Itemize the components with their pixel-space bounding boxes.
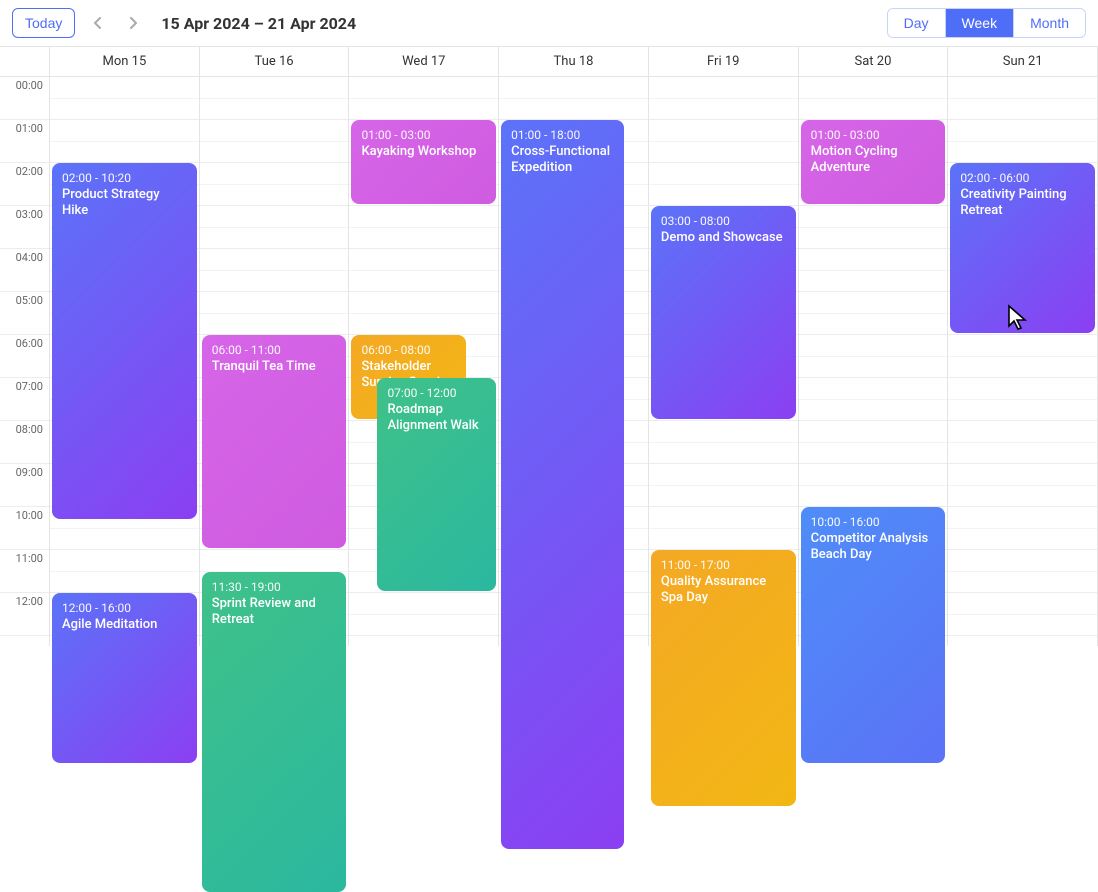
day-column: Sun 21 02:00 - 06:00 Creativity Painting R… <box>948 47 1098 646</box>
event-time: 02:00 - 06:00 <box>960 171 1085 185</box>
time-label: 10:00 <box>0 507 49 550</box>
calendar-event[interactable]: 07:00 - 12:00 Roadmap Alignment Walk <box>377 378 496 591</box>
time-label: 05:00 <box>0 292 49 335</box>
calendar-event[interactable]: 01:00 - 03:00 Motion Cycling Adventure <box>801 120 946 204</box>
event-time: 01:00 - 03:00 <box>811 128 936 142</box>
calendar-grid: 00:0001:0002:0003:0004:0005:0006:0007:00… <box>0 46 1098 646</box>
event-time: 01:00 - 03:00 <box>361 128 486 142</box>
day-column: Thu 18 01:00 - 18:00 Cross-Functional Expe… <box>499 47 649 646</box>
calendar-event[interactable]: 02:00 - 06:00 Creativity Painting Retreat <box>950 163 1095 333</box>
event-title: Product Strategy Hike <box>62 187 187 220</box>
event-title: Motion Cycling Adventure <box>811 144 936 177</box>
calendar-event[interactable]: 02:00 - 10:20 Product Strategy Hike <box>52 163 197 519</box>
event-title: Demo and Showcase <box>661 230 786 246</box>
day-header: Thu 18 <box>499 47 648 77</box>
calendar-event[interactable]: 01:00 - 18:00 Cross-Functional Expedition <box>501 120 624 849</box>
day-body[interactable]: 06:00 - 11:00 Tranquil Tea Time 11:30 - 19… <box>200 77 349 636</box>
time-column: 00:0001:0002:0003:0004:0005:0006:0007:00… <box>0 47 50 646</box>
today-button[interactable]: Today <box>12 8 75 38</box>
event-time: 01:00 - 18:00 <box>511 128 614 142</box>
chevron-right-icon <box>129 17 138 29</box>
event-time: 02:00 - 10:20 <box>62 171 187 185</box>
event-title: Kayaking Workshop <box>361 144 486 160</box>
time-label: 08:00 <box>0 421 49 464</box>
time-label: 02:00 <box>0 163 49 206</box>
day-column: Mon 15 02:00 - 10:20 Product Strategy Hike… <box>50 47 200 646</box>
chevron-left-icon <box>93 17 102 29</box>
day-body[interactable]: 02:00 - 06:00 Creativity Painting Retreat <box>948 77 1097 636</box>
day-header: Wed 17 <box>349 47 498 77</box>
event-time: 11:30 - 19:00 <box>212 580 337 594</box>
event-title: Sprint Review and Retreat <box>212 596 337 629</box>
event-time: 06:00 - 08:00 <box>361 343 456 357</box>
time-label: 03:00 <box>0 206 49 249</box>
calendar-event[interactable]: 06:00 - 11:00 Tranquil Tea Time <box>202 335 347 548</box>
date-range: 15 Apr 2024 – 21 Apr 2024 <box>161 14 356 33</box>
next-arrow[interactable] <box>119 9 147 37</box>
day-header: Sat 20 <box>799 47 948 77</box>
day-header: Sun 21 <box>948 47 1097 77</box>
calendar-event[interactable]: 10:00 - 16:00 Competitor Analysis Beach D… <box>801 507 946 763</box>
day-column: Tue 16 06:00 - 11:00 Tranquil Tea Time 11:3… <box>200 47 350 646</box>
day-header: Fri 19 <box>649 47 798 77</box>
day-body[interactable]: 02:00 - 10:20 Product Strategy Hike 12:00 … <box>50 77 199 636</box>
view-month-button[interactable]: Month <box>1013 9 1085 37</box>
event-title: Roadmap Alignment Walk <box>387 402 486 435</box>
time-label: 11:00 <box>0 550 49 593</box>
calendar-event[interactable]: 11:00 - 17:00 Quality Assurance Spa Day <box>651 550 796 806</box>
day-body[interactable]: 01:00 - 03:00 Motion Cycling Adventure 10:… <box>799 77 948 636</box>
event-title: Quality Assurance Spa Day <box>661 574 786 607</box>
calendar-event[interactable]: 11:30 - 19:00 Sprint Review and Retreat <box>202 572 347 892</box>
day-column: Wed 17 01:00 - 03:00 Kayaking Workshop 06:0… <box>349 47 499 646</box>
day-column: Fri 19 03:00 - 08:00 Demo and Showcase 11:0… <box>649 47 799 646</box>
event-time: 03:00 - 08:00 <box>661 214 786 228</box>
event-title: Agile Meditation <box>62 617 187 633</box>
event-title: Creativity Painting Retreat <box>960 187 1085 220</box>
toolbar: Today 15 Apr 2024 – 21 Apr 2024 Day Week… <box>0 0 1098 46</box>
event-title: Competitor Analysis Beach Day <box>811 531 936 564</box>
day-body[interactable]: 01:00 - 18:00 Cross-Functional Expedition <box>499 77 648 636</box>
event-title: Tranquil Tea Time <box>212 359 337 375</box>
time-label: 07:00 <box>0 378 49 421</box>
event-time: 10:00 - 16:00 <box>811 515 936 529</box>
event-time: 11:00 - 17:00 <box>661 558 786 572</box>
days-container: Mon 15 02:00 - 10:20 Product Strategy Hike… <box>50 47 1098 646</box>
prev-arrow[interactable] <box>83 9 111 37</box>
view-day-button[interactable]: Day <box>888 9 945 37</box>
calendar-event[interactable]: 12:00 - 16:00 Agile Meditation <box>52 593 197 763</box>
calendar-event[interactable]: 03:00 - 08:00 Demo and Showcase <box>651 206 796 419</box>
event-time: 12:00 - 16:00 <box>62 601 187 615</box>
event-time: 06:00 - 11:00 <box>212 343 337 357</box>
event-time: 07:00 - 12:00 <box>387 386 486 400</box>
time-label: 04:00 <box>0 249 49 292</box>
day-header: Tue 16 <box>200 47 349 77</box>
calendar-event[interactable]: 01:00 - 03:00 Kayaking Workshop <box>351 120 496 204</box>
day-body[interactable]: 03:00 - 08:00 Demo and Showcase 11:00 - 17… <box>649 77 798 636</box>
day-body[interactable]: 01:00 - 03:00 Kayaking Workshop 06:00 - 08… <box>349 77 498 636</box>
view-week-button[interactable]: Week <box>945 9 1014 37</box>
day-header: Mon 15 <box>50 47 199 77</box>
event-title: Cross-Functional Expedition <box>511 144 614 177</box>
time-label: 06:00 <box>0 335 49 378</box>
view-switch: Day Week Month <box>887 8 1086 38</box>
time-label: 12:00 <box>0 593 49 636</box>
day-column: Sat 20 01:00 - 03:00 Motion Cycling Advent… <box>799 47 949 646</box>
time-label: 00:00 <box>0 77 49 120</box>
time-label: 01:00 <box>0 120 49 163</box>
time-label: 09:00 <box>0 464 49 507</box>
